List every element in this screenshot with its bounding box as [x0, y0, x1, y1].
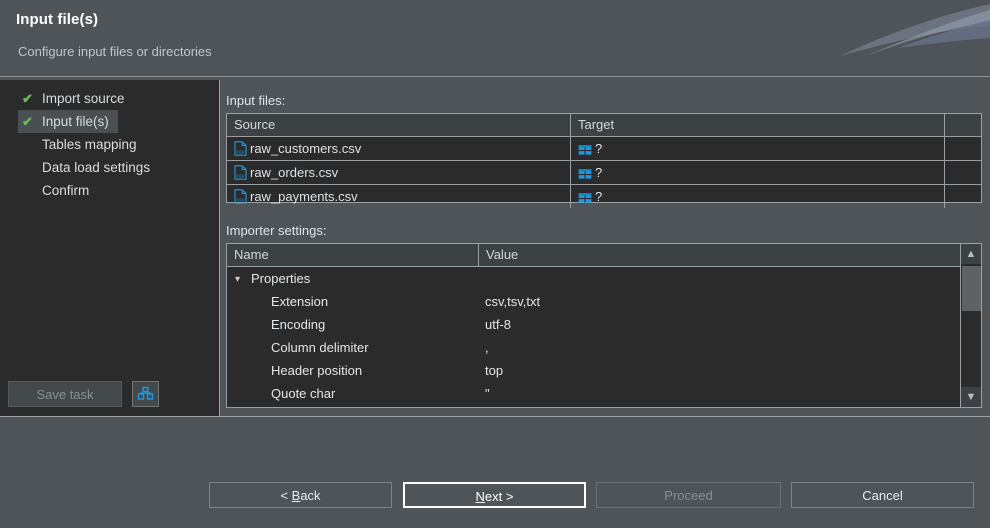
table-icon — [578, 169, 592, 179]
source-file-name: raw_orders.csv — [250, 165, 339, 180]
cell-target: ? — [570, 185, 944, 208]
settings-group-row-properties[interactable]: ▾ Properties — [227, 267, 960, 290]
sidebar-item-input-files[interactable]: ✔ Input file(s) — [18, 110, 118, 133]
table-row[interactable]: csv raw_customers.csv ? — [227, 137, 981, 161]
save-task-icon-button[interactable] — [132, 381, 159, 407]
cancel-button[interactable]: Cancel — [791, 482, 974, 508]
input-files-label: Input files: — [226, 93, 286, 108]
settings-value[interactable]: " — [478, 382, 960, 405]
page-title: Input file(s) — [16, 11, 99, 28]
sidebar-item-label: Confirm — [42, 183, 90, 198]
settings-name-label: Extension — [271, 294, 329, 309]
table-row[interactable]: csv raw_payments.csv ? — [227, 185, 981, 209]
cell-target: ? — [570, 161, 944, 184]
column-header-value[interactable]: Value — [478, 244, 960, 266]
importer-settings-rows: ▾ Properties Extension csv,tsv,txt Encodi… — [227, 267, 960, 407]
sidebar-item-confirm[interactable]: Confirm — [18, 179, 89, 202]
column-header-source[interactable]: Source — [227, 114, 570, 136]
settings-name-label: Properties — [251, 271, 311, 286]
next-button[interactable]: Next > — [403, 482, 586, 508]
sidebar-footer: Save task — [0, 372, 219, 416]
settings-name-label: Encoding — [271, 317, 326, 332]
next-rest: ext > — [484, 489, 514, 504]
svg-text:csv: csv — [236, 197, 244, 203]
wizard-steps-list: ✔ Import source ✔ Input file(s) Tables m… — [0, 87, 219, 202]
decorative-swoosh-graphic — [840, 4, 990, 56]
settings-group-name: ▾ Properties — [227, 267, 478, 290]
save-task-button[interactable]: Save task — [8, 381, 122, 407]
cell-source: csv raw_payments.csv — [227, 185, 570, 208]
settings-row-header-position[interactable]: Header position top — [227, 359, 960, 382]
settings-name-label: Header position — [271, 363, 363, 378]
table-icon — [578, 193, 592, 203]
csv-file-icon: csv — [234, 189, 247, 204]
target-value: ? — [595, 141, 603, 156]
cell-extra — [944, 137, 983, 160]
column-header-extra[interactable] — [944, 114, 983, 136]
wizard-footer: < Back Next > Proceed Cancel — [0, 417, 990, 528]
back-prefix: < — [280, 488, 292, 503]
source-file-name: raw_customers.csv — [250, 141, 362, 156]
sidebar-item-tables-mapping[interactable]: Tables mapping — [18, 133, 137, 156]
svg-text:csv: csv — [236, 173, 244, 179]
back-button[interactable]: < Back — [209, 482, 392, 508]
save-task-icon — [137, 386, 154, 400]
cell-extra — [944, 185, 983, 208]
cell-source: csv raw_customers.csv — [227, 137, 570, 160]
importer-settings-table[interactable]: Name Value ▾ Properties Extension csv,tsv… — [226, 243, 982, 408]
source-file-name: raw_payments.csv — [250, 189, 358, 204]
input-files-table-header: Source Target — [227, 114, 981, 137]
csv-file-icon: csv — [234, 165, 247, 180]
sidebar-vertical-divider — [219, 80, 220, 417]
chevron-down-icon[interactable]: ▾ — [235, 268, 247, 291]
header-divider — [0, 76, 990, 77]
sidebar-item-label: Data load settings — [42, 160, 151, 175]
settings-row-column-delimiter[interactable]: Column delimiter , — [227, 336, 960, 359]
next-mnemonic: N — [475, 489, 485, 504]
table-icon — [578, 145, 592, 155]
wizard-header: Input file(s) Configure input files or d… — [0, 0, 990, 76]
main-content: Input files: Source Target csv raw_custo… — [222, 80, 990, 416]
page-subtitle: Configure input files or directories — [18, 44, 212, 59]
check-icon: ✔ — [22, 91, 33, 106]
column-header-name[interactable]: Name — [227, 244, 478, 266]
importer-settings-header: Name Value — [227, 244, 981, 267]
back-rest: ack — [300, 488, 321, 503]
cell-source: csv raw_orders.csv — [227, 161, 570, 184]
input-files-table[interactable]: Source Target csv raw_customers.csv ? cs… — [226, 113, 982, 208]
settings-row-quote-char[interactable]: Quote char " — [227, 382, 960, 405]
settings-name-label: Column delimiter — [271, 340, 369, 355]
wizard-steps-sidebar: ✔ Import source ✔ Input file(s) Tables m… — [0, 80, 219, 416]
target-value: ? — [595, 165, 603, 180]
table-row[interactable]: csv raw_orders.csv ? — [227, 161, 981, 185]
csv-file-icon: csv — [234, 141, 247, 156]
cell-extra — [944, 161, 983, 184]
sidebar-item-import-source[interactable]: ✔ Import source — [18, 87, 125, 110]
settings-value — [478, 267, 960, 290]
settings-value[interactable]: csv,tsv,txt — [478, 290, 960, 313]
settings-value[interactable]: , — [478, 336, 960, 359]
scrollbar-thumb[interactable] — [962, 266, 981, 311]
sidebar-item-data-load-settings[interactable]: Data load settings — [18, 156, 150, 179]
cell-target: ? — [570, 137, 944, 160]
column-header-target[interactable]: Target — [570, 114, 944, 136]
settings-value[interactable]: top — [478, 359, 960, 382]
sidebar-item-label: Input file(s) — [42, 114, 109, 129]
target-value: ? — [595, 189, 603, 204]
scroll-down-icon[interactable]: ▼ — [961, 387, 981, 407]
settings-value[interactable]: utf-8 — [478, 313, 960, 336]
importer-settings-label: Importer settings: — [226, 223, 327, 238]
svg-text:csv: csv — [236, 149, 244, 155]
check-icon: ✔ — [22, 114, 33, 129]
settings-name-label: Quote char — [271, 386, 336, 401]
settings-row-encoding[interactable]: Encoding utf-8 — [227, 313, 960, 336]
scroll-up-icon[interactable]: ▲ — [961, 244, 981, 264]
settings-scrollbar[interactable]: ▲ ▼ — [960, 244, 981, 407]
sidebar-item-label: Tables mapping — [42, 137, 137, 152]
settings-row-extension[interactable]: Extension csv,tsv,txt — [227, 290, 960, 313]
sidebar-item-label: Import source — [42, 91, 125, 106]
proceed-button[interactable]: Proceed — [596, 482, 781, 508]
